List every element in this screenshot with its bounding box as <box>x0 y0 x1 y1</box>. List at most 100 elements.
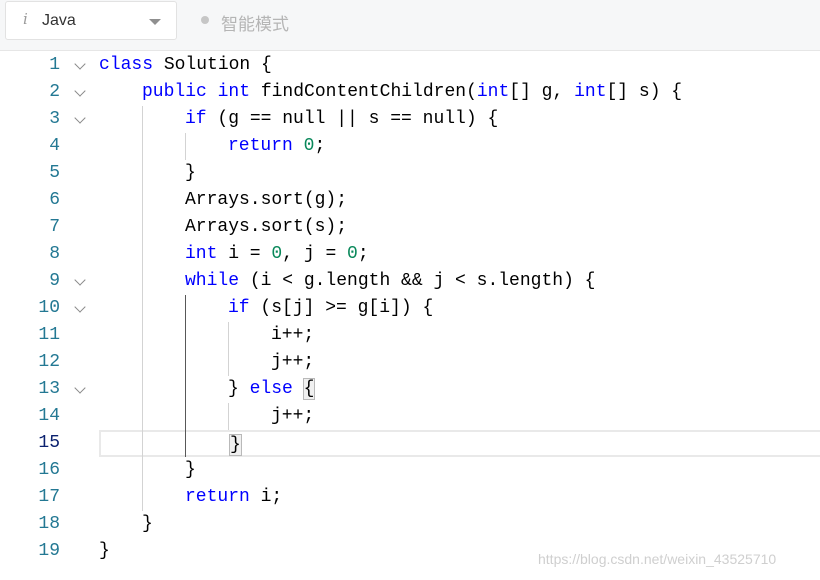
indent-guide <box>228 322 229 376</box>
info-icon: i <box>23 10 28 28</box>
code-token: } <box>99 541 110 561</box>
keyword-token: else <box>249 379 293 399</box>
indent-guide <box>185 133 186 160</box>
line-number: 7 <box>49 217 60 237</box>
fold-chevron-icon[interactable] <box>74 301 86 313</box>
chevron-down-icon[interactable] <box>149 19 161 25</box>
code-text[interactable]: return 0; <box>99 133 820 160</box>
code-token: } <box>142 514 153 534</box>
code-text[interactable]: i++; <box>99 322 820 349</box>
code-token: Arrays.sort(g); <box>185 190 348 210</box>
fold-chevron-icon[interactable] <box>74 274 86 286</box>
code-text[interactable]: while (i < g.length && j < s.length) { <box>99 268 820 295</box>
fold-chevron-icon[interactable] <box>74 112 86 124</box>
code-line[interactable]: 10 if (s[j] >= g[i]) { <box>0 295 820 322</box>
code-line[interactable]: 16} <box>0 457 820 484</box>
number-token: 0 <box>347 244 358 264</box>
code-text[interactable]: int i = 0, j = 0; <box>99 241 820 268</box>
code-text[interactable]: public int findContentChildren(int[] g, … <box>99 79 820 106</box>
watermark: https://blog.csdn.net/weixin_43525710 <box>538 551 777 567</box>
line-number: 15 <box>38 433 60 453</box>
keyword-token: int <box>217 82 251 102</box>
code-line[interactable]: 4 return 0; <box>0 133 820 160</box>
code-text[interactable]: } <box>99 457 820 484</box>
line-number: 8 <box>49 244 60 264</box>
code-token: } <box>185 163 196 183</box>
code-text[interactable]: } <box>99 160 820 187</box>
line-number: 9 <box>49 271 60 291</box>
code-text[interactable]: j++; <box>99 403 820 430</box>
code-text[interactable]: Arrays.sort(g); <box>99 187 820 214</box>
keyword-token: if <box>185 109 207 129</box>
matched-bracket: } <box>229 434 242 456</box>
keyword-token: int <box>185 244 218 264</box>
code-text[interactable]: } else { <box>99 376 820 403</box>
code-token: , j = <box>282 244 348 264</box>
code-token: } <box>185 460 196 480</box>
indent-guide <box>142 106 143 511</box>
line-number: 5 <box>49 163 60 183</box>
line-number: 11 <box>38 325 60 345</box>
keyword-token: return <box>185 487 250 507</box>
line-number: 1 <box>49 55 60 75</box>
code-line[interactable]: 11 i++; <box>0 322 820 349</box>
code-line[interactable]: 17 return i; <box>0 484 820 511</box>
fold-chevron-icon[interactable] <box>74 58 86 70</box>
language-select[interactable]: i Java <box>5 1 177 40</box>
code-token: [] g, <box>509 82 575 102</box>
fold-chevron-icon[interactable] <box>74 382 86 394</box>
keyword-token: return <box>228 136 293 156</box>
code-line[interactable]: 15} <box>0 430 820 457</box>
code-line[interactable]: 13} else { <box>0 376 820 403</box>
code-line[interactable]: 1 class Solution { <box>0 52 820 79</box>
code-line[interactable]: 9 while (i < g.length && j < s.length) { <box>0 268 820 295</box>
code-line[interactable]: 14 j++; <box>0 403 820 430</box>
keyword-token: if <box>228 298 250 318</box>
code-token: Solution { <box>153 55 272 75</box>
code-line[interactable]: 7 Arrays.sort(s); <box>0 214 820 241</box>
code-token: (g == null || s == null) { <box>206 109 499 129</box>
code-text[interactable]: if (g == null || s == null) { <box>99 106 820 133</box>
code-line[interactable]: 5} <box>0 160 820 187</box>
line-number: 19 <box>38 541 60 561</box>
line-number: 6 <box>49 190 60 210</box>
code-token: [] s) { <box>606 82 683 102</box>
code-token: } <box>228 379 250 399</box>
code-token: i = <box>217 244 272 264</box>
code-line[interactable]: 18} <box>0 511 820 538</box>
code-line[interactable]: 6 Arrays.sort(g); <box>0 187 820 214</box>
code-token: findContentChildren( <box>250 82 477 102</box>
matched-bracket: { <box>302 378 316 400</box>
number-token: 0 <box>271 244 283 264</box>
language-select-value: Java <box>42 12 76 29</box>
code-text[interactable]: if (s[j] >= g[i]) { <box>99 295 820 322</box>
code-text[interactable]: return i; <box>99 484 820 511</box>
line-number: 2 <box>49 82 60 102</box>
code-line[interactable]: 3 if (g == null || s == null) { <box>0 106 820 133</box>
code-editor[interactable]: 1 class Solution { 2 public int findContent… <box>0 51 820 580</box>
code-line[interactable]: 12 j++; <box>0 349 820 376</box>
code-text[interactable]: class Solution { <box>99 52 820 79</box>
line-number: 14 <box>38 406 60 426</box>
keyword-token: public <box>142 82 207 102</box>
code-token: ; <box>314 136 326 156</box>
code-line[interactable]: 8 int i = 0, j = 0; <box>0 241 820 268</box>
keyword-token: int <box>574 82 607 102</box>
keyword-token: int <box>476 82 510 102</box>
indent-guide <box>228 403 229 430</box>
code-token: j++; <box>271 352 315 372</box>
line-number: 18 <box>38 514 60 534</box>
smart-mode-toggle[interactable]: 智能模式 <box>221 10 289 35</box>
code-line[interactable]: 2 public int findContentChildren(int[] g,… <box>0 79 820 106</box>
code-text[interactable]: } <box>99 511 820 538</box>
fold-chevron-icon[interactable] <box>74 85 86 97</box>
code-token: i; <box>249 487 283 507</box>
line-number: 10 <box>38 298 60 318</box>
code-text[interactable]: j++; <box>99 349 820 376</box>
dot-icon <box>201 16 209 24</box>
code-token: (i < g.length && j < s.length) { <box>239 271 596 291</box>
code-text[interactable]: } <box>99 430 820 457</box>
code-token: Arrays.sort(s); <box>185 217 348 237</box>
code-text[interactable]: Arrays.sort(s); <box>99 214 820 241</box>
